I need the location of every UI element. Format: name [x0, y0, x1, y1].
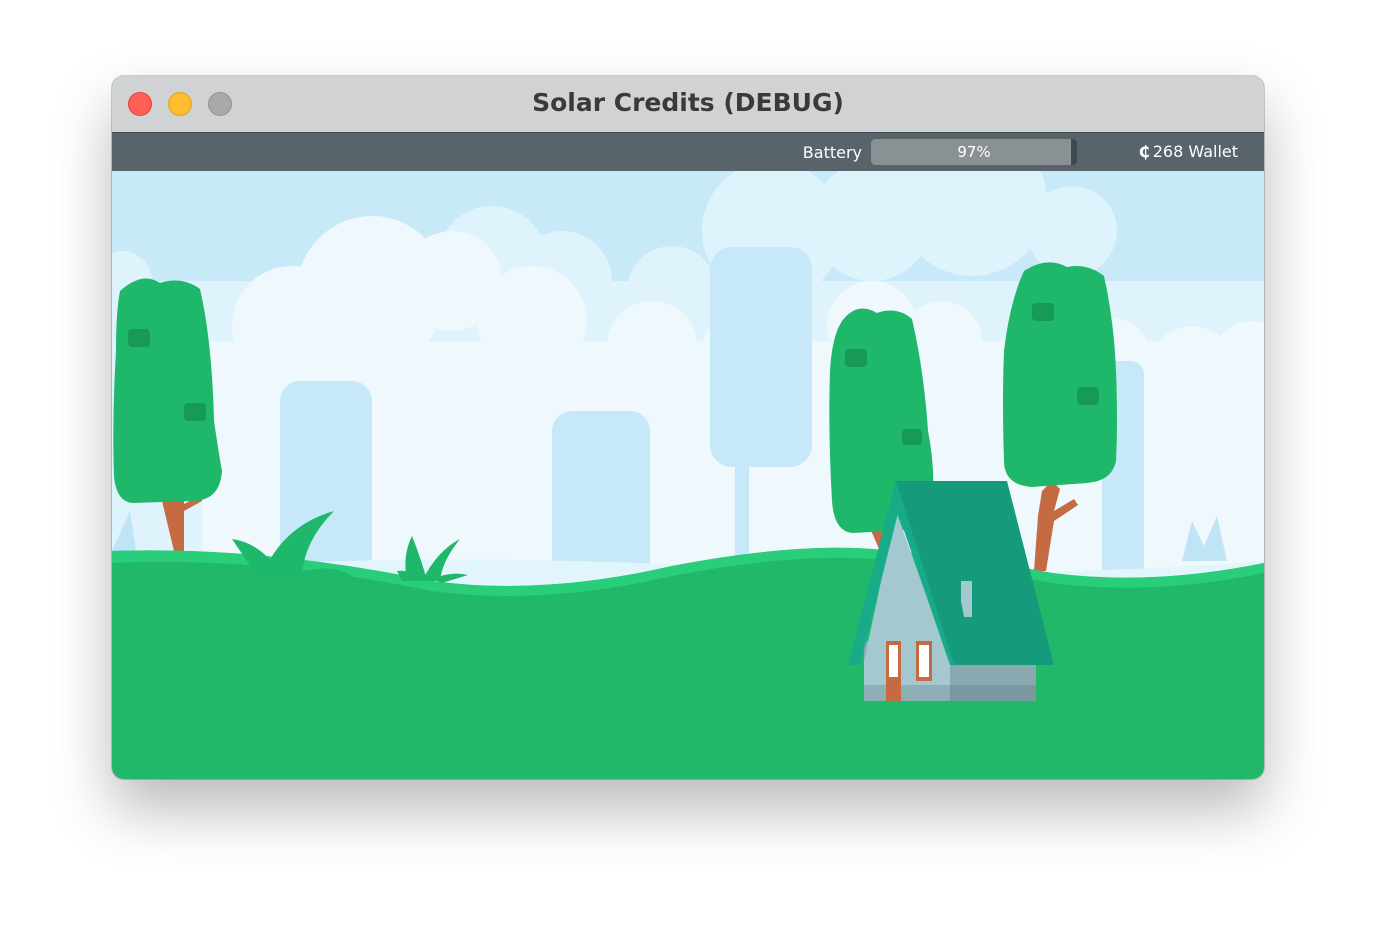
- wallet-label: Wallet: [1188, 142, 1238, 161]
- wallet-display: ₵ 268 Wallet: [1139, 133, 1238, 171]
- wallet-amount: 268: [1152, 142, 1184, 161]
- game-scene[interactable]: [112, 171, 1264, 779]
- battery-label: Battery: [802, 143, 862, 162]
- window-title: Solar Credits (DEBUG): [532, 88, 844, 117]
- app-window: Solar Credits (DEBUG) Battery 97% ₵ 268 W…: [112, 76, 1264, 779]
- currency-icon: ₵: [1138, 142, 1150, 161]
- battery-percent-text: 97%: [957, 143, 991, 161]
- status-bar: Battery 97% ₵ 268 Wallet: [112, 133, 1264, 171]
- scene-canvas: [112, 171, 1264, 779]
- title-bar[interactable]: Solar Credits (DEBUG): [112, 76, 1264, 133]
- battery-progress-bar: 97%: [871, 139, 1077, 165]
